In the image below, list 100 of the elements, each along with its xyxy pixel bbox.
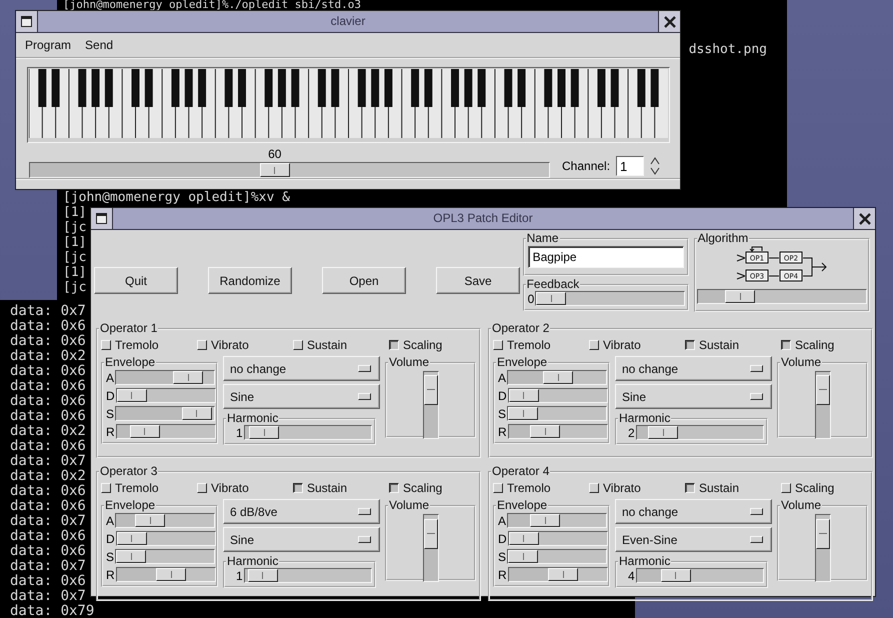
checkbox[interactable] <box>781 340 791 350</box>
push-button[interactable]: Randomize <box>208 267 292 294</box>
dropdown[interactable]: no change <box>615 356 772 381</box>
slider[interactable] <box>115 513 216 528</box>
name-field[interactable]: Bagpipe <box>528 246 684 268</box>
terminal-line: data: 0x6 <box>10 544 86 559</box>
checkbox-label: Vibrato <box>211 481 249 495</box>
slider-thumb[interactable] <box>648 426 678 439</box>
dropdown[interactable]: Sine <box>615 384 772 409</box>
checkbox[interactable] <box>389 483 399 493</box>
slider-thumb[interactable] <box>156 568 186 581</box>
slider-thumb[interactable] <box>548 568 578 581</box>
slider[interactable] <box>636 568 764 583</box>
slider-thumb[interactable] <box>116 389 147 402</box>
push-button[interactable]: Open <box>322 267 406 294</box>
slider-thumb[interactable] <box>424 374 438 405</box>
slider-thumb[interactable] <box>424 518 438 549</box>
slider[interactable] <box>696 289 867 304</box>
terminal-line: [jc <box>63 220 86 235</box>
slider[interactable] <box>115 370 216 385</box>
checkbox[interactable] <box>389 340 399 350</box>
slider-thumb[interactable] <box>816 518 830 549</box>
slider-thumb[interactable] <box>116 532 147 545</box>
close-button[interactable] <box>658 11 680 32</box>
checkbox-label: Vibrato <box>211 338 249 352</box>
slider-thumb[interactable] <box>660 569 691 582</box>
menu-item[interactable]: Program <box>20 36 76 54</box>
slider[interactable] <box>507 549 608 564</box>
window-menu-button[interactable] <box>91 208 113 229</box>
slider[interactable] <box>814 371 830 439</box>
slider-label: S <box>498 550 506 564</box>
terminal-line: data: 0x2 <box>10 424 86 439</box>
slider-label: A <box>106 370 114 384</box>
slider[interactable] <box>29 162 550 178</box>
slider-thumb[interactable] <box>116 550 146 563</box>
checkbox[interactable] <box>685 483 695 493</box>
slider-thumb[interactable] <box>182 407 212 420</box>
slider[interactable] <box>116 531 216 546</box>
terminal-line: [john@momenergy opledit]%xv & <box>63 190 290 205</box>
slider[interactable] <box>636 425 764 440</box>
slider-thumb[interactable] <box>248 569 278 582</box>
slider[interactable] <box>508 388 608 403</box>
checkbox-label: Tremolo <box>115 481 159 495</box>
slider-label: S <box>106 406 114 420</box>
slider-thumb[interactable] <box>508 532 539 545</box>
slider-thumb[interactable] <box>260 163 290 178</box>
slider[interactable] <box>244 425 372 440</box>
spin-arrows-icon[interactable] <box>650 156 660 176</box>
slider[interactable] <box>422 371 438 439</box>
slider-label: S <box>498 406 506 420</box>
slider-thumb[interactable] <box>725 290 756 303</box>
slider-thumb[interactable] <box>135 514 166 527</box>
slider[interactable] <box>507 513 608 528</box>
dropdown-indicator-icon <box>750 365 763 372</box>
slider-thumb[interactable] <box>173 371 204 384</box>
slider[interactable] <box>244 568 372 583</box>
slider-label: D <box>498 532 507 546</box>
slider[interactable] <box>508 531 608 546</box>
dropdown[interactable]: no change <box>223 356 380 381</box>
checkbox[interactable] <box>293 483 303 493</box>
slider[interactable] <box>508 424 608 439</box>
dropdown-indicator-icon <box>358 365 371 372</box>
slider[interactable] <box>507 370 608 385</box>
slider[interactable] <box>116 424 216 439</box>
slider[interactable] <box>814 514 830 582</box>
slider-thumb[interactable] <box>508 389 539 402</box>
dropdown[interactable]: Sine <box>223 527 380 552</box>
group-label: Envelope <box>104 499 156 512</box>
slider-thumb[interactable] <box>249 426 280 439</box>
slider[interactable] <box>535 291 686 306</box>
feedback-loop-line <box>749 246 762 252</box>
operator-box <box>779 270 802 282</box>
window-menu-button[interactable] <box>16 11 38 32</box>
slider-thumb[interactable] <box>816 374 830 405</box>
slider[interactable] <box>115 406 216 421</box>
menu-item[interactable]: Send <box>80 36 118 54</box>
slider-thumb[interactable] <box>508 407 538 420</box>
slider[interactable] <box>508 567 608 582</box>
slider-thumb[interactable] <box>508 550 538 563</box>
slider-thumb[interactable] <box>530 514 560 527</box>
push-button[interactable]: Quit <box>94 267 178 294</box>
slider[interactable] <box>422 514 438 582</box>
slider[interactable] <box>115 549 216 564</box>
group-label: Envelope <box>496 499 548 512</box>
slider-thumb[interactable] <box>543 371 574 384</box>
push-button[interactable]: Save <box>436 267 520 294</box>
slider-thumb[interactable] <box>530 425 560 438</box>
slider[interactable] <box>116 388 216 403</box>
slider-thumb[interactable] <box>130 425 160 438</box>
slider[interactable] <box>507 406 608 421</box>
slider-thumb[interactable] <box>536 292 566 305</box>
dropdown[interactable]: Even-Sine <box>615 527 772 552</box>
checkbox[interactable] <box>685 340 695 350</box>
dropdown[interactable]: Sine <box>223 384 380 409</box>
terminal-line: data: 0x6 <box>10 484 86 499</box>
close-button[interactable] <box>853 208 875 229</box>
dropdown[interactable]: 6 dB/8ve <box>223 499 380 524</box>
dropdown[interactable]: no change <box>615 499 772 524</box>
slider[interactable] <box>116 567 216 582</box>
channel-field[interactable]: 1 <box>616 156 644 176</box>
